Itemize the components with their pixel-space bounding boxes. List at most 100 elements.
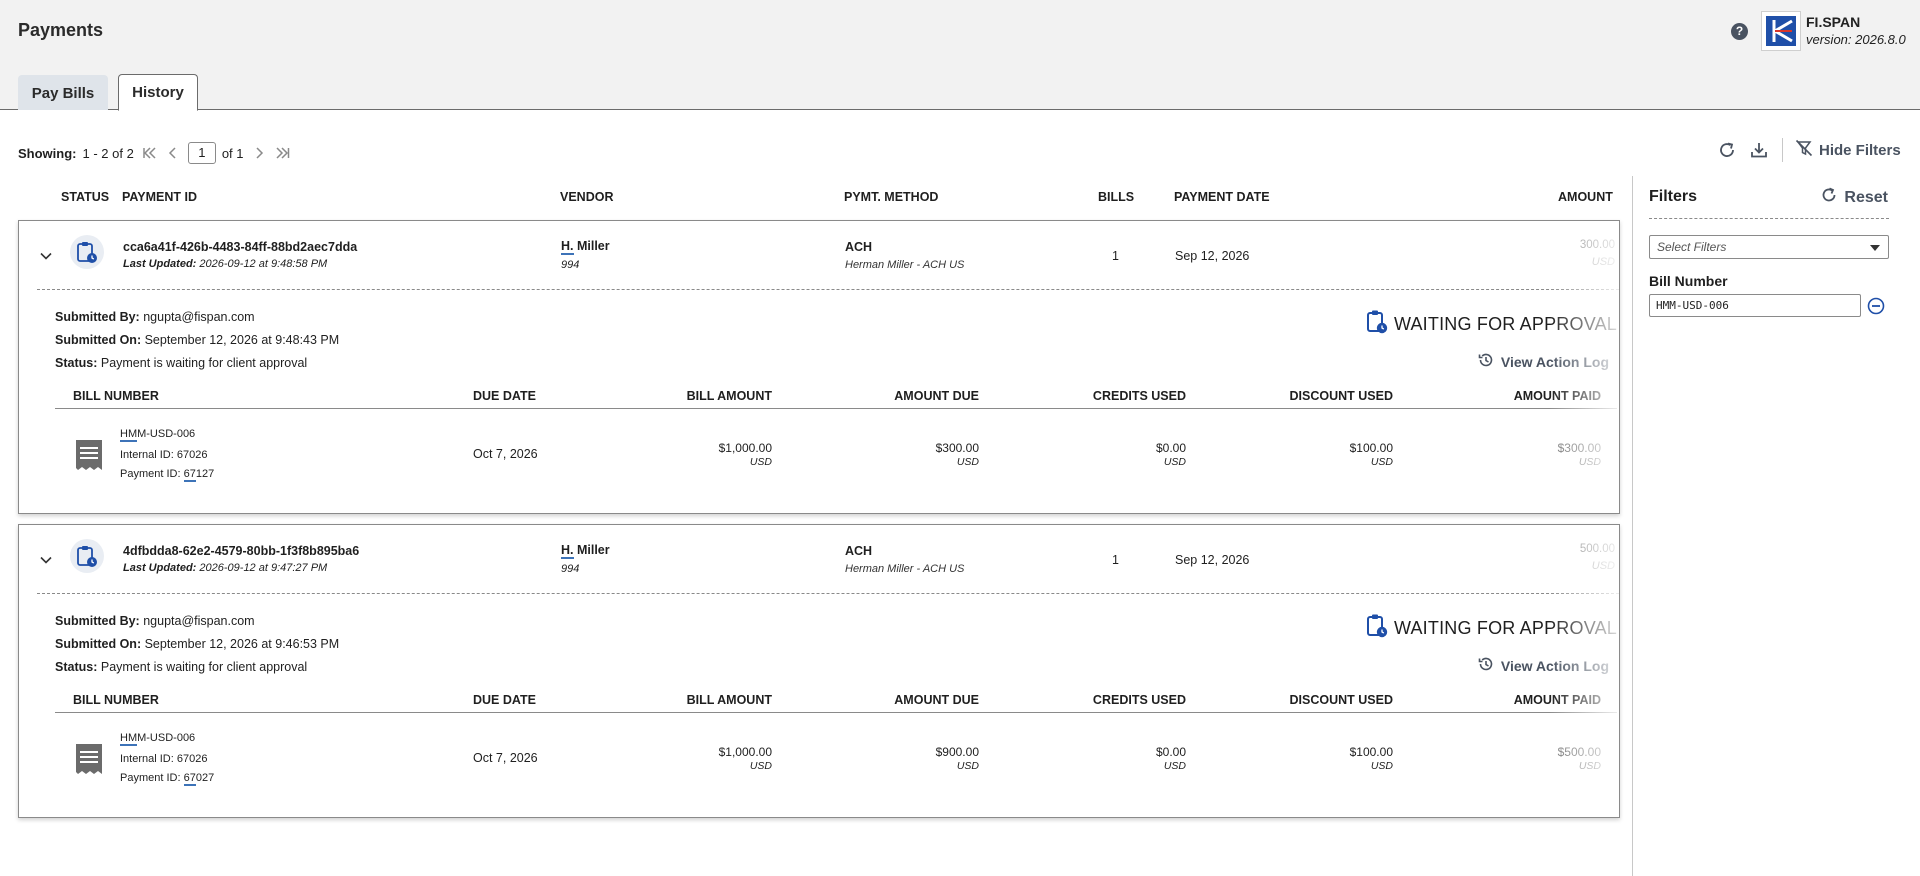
clipboard-clock-icon: [1366, 613, 1388, 644]
column-header-vendor[interactable]: VENDOR: [560, 190, 613, 204]
bill-amount-currency: USD: [749, 456, 772, 468]
help-icon[interactable]: ?: [1731, 23, 1748, 40]
credits-used-currency: USD: [1163, 760, 1186, 772]
chevron-down-icon[interactable]: [39, 553, 53, 567]
refresh-icon[interactable]: [1716, 139, 1738, 161]
amount-paid: $500.00: [1557, 745, 1601, 759]
amount-due-currency: USD: [956, 760, 979, 772]
status-text: Status: Payment is waiting for client ap…: [55, 356, 308, 370]
payment-date: Sep 12, 2026: [1175, 553, 1250, 567]
bill-column-amount-due: AMOUNT DUE: [894, 693, 979, 707]
bill-column-bill-number: BILL NUMBER: [73, 693, 159, 707]
status-text: Status: Payment is waiting for client ap…: [55, 660, 308, 674]
select-filters-dropdown[interactable]: Select Filters: [1649, 235, 1889, 259]
brand-logo: [1761, 11, 1801, 51]
top-bar: Payments ? FI.SPAN version: 2026.8.0 Pay…: [0, 0, 1920, 111]
filters-title: Filters: [1649, 188, 1698, 205]
filters-divider: [1649, 218, 1889, 219]
status-waiting-icon: [70, 539, 104, 573]
payment-id[interactable]: cca6a41f-426b-4483-84ff-88bd2aec7dda: [123, 240, 357, 254]
bill-payment-id: Payment ID: 67027: [120, 772, 215, 786]
filters-panel: Filters Reset Select Filters Bill Number…: [1632, 176, 1920, 876]
bills-count: 1: [1112, 553, 1119, 567]
reset-filters-button[interactable]: Reset: [1820, 186, 1888, 209]
clipboard-clock-icon: [1366, 309, 1388, 340]
amount-due: $300.00: [935, 441, 979, 455]
next-page-icon[interactable]: [250, 147, 268, 159]
bill-number-filter-label: Bill Number: [1649, 273, 1728, 289]
submitted-on: Submitted On: September 12, 2026 at 9:48…: [55, 333, 340, 347]
previous-page-icon[interactable]: [164, 147, 182, 159]
bill-column-bill-number: BILL NUMBER: [73, 389, 159, 403]
chevron-down-icon[interactable]: [39, 249, 53, 263]
credits-used: $0.00: [1155, 441, 1186, 455]
showing-label: Showing:: [18, 145, 77, 161]
last-page-icon[interactable]: [274, 147, 292, 159]
bill-due-date: Oct 7, 2026: [473, 447, 538, 461]
discount-used: $100.00: [1349, 441, 1393, 455]
bill-column-due-date: DUE DATE: [473, 389, 536, 403]
tab-history[interactable]: History: [118, 74, 198, 111]
payment-amount: 300.00: [1579, 239, 1615, 251]
bill-internal-id: Internal ID: 67026: [120, 449, 208, 461]
bill-table-divider: [55, 712, 1617, 713]
vendor-name[interactable]: H. Miller: [561, 239, 610, 255]
bill-column-amount-due: AMOUNT DUE: [894, 389, 979, 403]
column-header-payment-date[interactable]: PAYMENT DATE: [1174, 190, 1270, 204]
list-toolbar: Hide Filters: [1716, 138, 1901, 162]
toolbar-divider: [1782, 138, 1783, 162]
view-action-log-button[interactable]: View Action Log: [1477, 351, 1609, 372]
payment-method: ACH: [845, 240, 873, 254]
column-header-bills[interactable]: BILLS: [1098, 190, 1134, 204]
payment-method-detail: Herman Miller - ACH US: [845, 259, 965, 271]
column-header-amount[interactable]: AMOUNT: [1558, 190, 1613, 204]
payment-method: ACH: [845, 544, 873, 558]
row-divider: [37, 289, 1619, 290]
first-page-icon[interactable]: [140, 147, 158, 159]
page-title: Payments: [18, 20, 104, 40]
bill-number-filter-input[interactable]: HMM-USD-006: [1649, 294, 1861, 317]
column-header-status[interactable]: STATUS: [61, 190, 109, 204]
row-divider: [37, 593, 1619, 594]
bill-column-due-date: DUE DATE: [473, 693, 536, 707]
payment-row: cca6a41f-426b-4483-84ff-88bd2aec7dda Las…: [18, 220, 1620, 514]
column-header-method[interactable]: PYMT. METHOD: [844, 190, 938, 204]
column-header-payment-id[interactable]: PAYMENT ID: [122, 190, 197, 204]
page-number-input[interactable]: 1: [187, 142, 216, 164]
bill-amount-currency: USD: [749, 760, 772, 772]
bill-column-amount-paid: AMOUNT PAID: [1513, 389, 1601, 403]
bills-count: 1: [1112, 249, 1119, 263]
bill-column-bill-amount: BILL AMOUNT: [686, 693, 772, 707]
tab-pay-bills[interactable]: Pay Bills: [18, 75, 108, 110]
receipt-icon: [75, 743, 103, 775]
receipt-icon: [75, 439, 103, 471]
status-badge: WAITING FOR APPROVAL: [1366, 613, 1617, 644]
showing-range: 1 - 2 of 2: [82, 145, 134, 161]
view-action-log-button[interactable]: View Action Log: [1477, 655, 1609, 676]
vendor-id: 994: [561, 563, 580, 575]
payment-amount: 500.00: [1579, 543, 1615, 555]
bill-column-credits-used: CREDITS USED: [1092, 389, 1186, 403]
page-count: of 1: [221, 145, 244, 161]
history-icon: [1477, 655, 1495, 676]
payment-id[interactable]: 4dfbdda8-62e2-4579-80bb-1f3f8b895ba6: [123, 544, 359, 558]
bill-number[interactable]: HMM-USD-006: [120, 428, 195, 442]
bill-internal-id: Internal ID: 67026: [120, 753, 208, 765]
history-icon: [1477, 351, 1495, 372]
payment-method-detail: Herman Miller - ACH US: [845, 563, 965, 575]
bill-payment-id: Payment ID: 67127: [120, 468, 215, 482]
remove-filter-icon[interactable]: [1867, 297, 1885, 315]
discount-used: $100.00: [1349, 745, 1393, 759]
bill-column-credits-used: CREDITS USED: [1092, 693, 1186, 707]
payment-date: Sep 12, 2026: [1175, 249, 1250, 263]
amount-due-currency: USD: [956, 456, 979, 468]
vendor-name[interactable]: H. Miller: [561, 543, 610, 559]
download-icon[interactable]: [1748, 139, 1770, 161]
bill-amount: $1,000.00: [718, 441, 772, 455]
status-waiting-icon: [70, 235, 104, 269]
credits-used-currency: USD: [1163, 456, 1186, 468]
hide-filters-button[interactable]: Hide Filters: [1795, 139, 1901, 161]
brand-name: FI.SPAN: [1806, 14, 1861, 30]
bill-number[interactable]: HMM-USD-006: [120, 732, 195, 746]
payment-row: 4dfbdda8-62e2-4579-80bb-1f3f8b895ba6 Las…: [18, 524, 1620, 818]
